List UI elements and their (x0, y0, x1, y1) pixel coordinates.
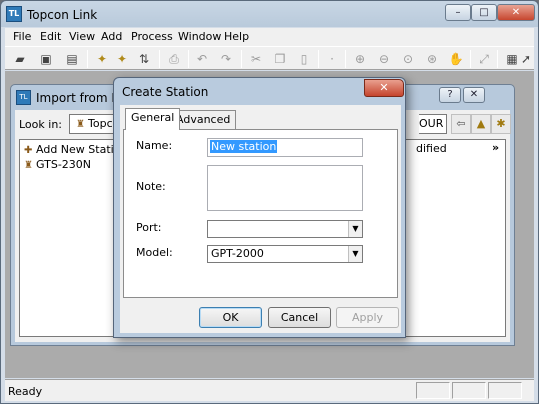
import-icon[interactable]: ✦ (93, 50, 111, 68)
cancel-button[interactable]: Cancel (268, 307, 331, 328)
tab-general[interactable]: General (125, 108, 181, 130)
menu-add[interactable]: Add (101, 30, 122, 43)
save-icon[interactable]: ▣ (37, 50, 55, 68)
look-in-value-end: OUR (419, 117, 444, 130)
look-in-label: Look in: (19, 118, 62, 131)
list-item-label: GTS-230N (36, 158, 92, 171)
transfer-icon[interactable]: ⇅ (135, 50, 153, 68)
undo-icon[interactable]: ↶ (193, 50, 211, 68)
toolbar-separator (241, 50, 242, 68)
look-in-combo-end[interactable]: OUR (419, 114, 447, 134)
name-field[interactable]: New station (207, 138, 363, 157)
chevron-down-icon: ▼ (348, 246, 362, 262)
dialog-title: Create Station (122, 85, 209, 99)
toolbar-separator (87, 50, 88, 68)
status-text: Ready (8, 385, 43, 398)
title-bar: TL Topcon Link – □ ✕ (1, 1, 538, 27)
zoom-out-icon[interactable]: ⊖ (375, 50, 393, 68)
zoom-window-icon[interactable]: ⊙ (399, 50, 417, 68)
pan-icon[interactable]: ✋ (447, 50, 465, 68)
back-arrow-icon[interactable]: ⇦ (451, 114, 471, 134)
fit-icon[interactable]: ⤢ (475, 50, 493, 68)
note-field[interactable] (207, 165, 363, 211)
save-all-icon[interactable]: ▤ (63, 50, 81, 68)
select-arrow-icon[interactable]: ➚ (519, 50, 533, 68)
toolbar-separator (470, 50, 471, 68)
station-icon: ♜ (24, 160, 33, 171)
toolbar-separator (345, 50, 346, 68)
topcon-app-icon: TL (6, 6, 22, 22)
zoom-extents-icon[interactable]: ⊛ (423, 50, 441, 68)
window-title: Topcon Link (27, 8, 98, 22)
menu-view[interactable]: View (69, 30, 95, 43)
close-import-button[interactable]: ✕ (463, 87, 485, 103)
toolbar: ▰ ▣ ▤ ✦ ✦ ⇅ ⎙ ↶ ↷ ✂ ❐ ▯ · ⊕ ⊖ ⊙ ⊛ ✋ ⤢ ▦ … (5, 46, 534, 70)
list-item[interactable]: ✚ Add New Station (24, 143, 127, 156)
menu-process[interactable]: Process (131, 30, 173, 43)
model-value: GPT-2000 (211, 247, 264, 260)
dialog-close-button[interactable]: ✕ (364, 79, 404, 97)
up-folder-icon[interactable]: ▲ (471, 114, 491, 134)
toolbar-separator (318, 50, 319, 68)
import-window-icon: TL (16, 90, 31, 105)
status-pane (452, 382, 486, 399)
model-select[interactable]: GPT-2000 ▼ (207, 245, 363, 263)
model-label: Model: (136, 246, 173, 259)
print-icon[interactable]: ⎙ (165, 50, 183, 68)
station-icon: ♜ (76, 119, 85, 130)
menu-window[interactable]: Window (178, 30, 221, 43)
name-value: New station (210, 140, 278, 153)
status-pane (488, 382, 522, 399)
zoom-in-icon[interactable]: ⊕ (351, 50, 369, 68)
menu-help[interactable]: Help (224, 30, 249, 43)
general-tab-panel: Name: New station Note: Port: ▼ Model: G… (123, 129, 398, 298)
menu-bar: File Edit View Add Process Window Help (5, 28, 534, 46)
copy-icon[interactable]: ❐ (271, 50, 289, 68)
maximize-button[interactable]: □ (471, 4, 497, 21)
menu-edit[interactable]: Edit (40, 30, 61, 43)
more-columns-icon[interactable]: » (492, 141, 499, 154)
close-button[interactable]: ✕ (497, 4, 535, 21)
menu-file[interactable]: File (13, 30, 31, 43)
paste-icon[interactable]: ▯ (295, 50, 313, 68)
status-pane (416, 382, 450, 399)
add-station-icon: ✚ (24, 145, 33, 156)
port-label: Port: (136, 221, 162, 234)
name-label: Name: (136, 139, 173, 152)
open-folder-icon[interactable]: ▰ (11, 50, 29, 68)
cut-icon[interactable]: ✂ (247, 50, 265, 68)
dialog-body: General Advanced Name: New station Note:… (120, 105, 401, 333)
minimize-button[interactable]: – (445, 4, 471, 21)
ok-button[interactable]: OK (199, 307, 262, 328)
list-item[interactable]: ♜ GTS-230N (24, 158, 91, 171)
toolbar-separator (497, 50, 498, 68)
toolbar-separator (188, 50, 189, 68)
export-icon[interactable]: ✦ (113, 50, 131, 68)
port-select[interactable]: ▼ (207, 220, 363, 238)
create-station-dialog: Create Station ✕ General Advanced Name: … (113, 77, 406, 338)
note-label: Note: (136, 180, 166, 193)
help-button[interactable]: ? (439, 87, 461, 103)
new-folder-icon[interactable]: ✱ (491, 114, 511, 134)
toolbar-separator (159, 50, 160, 68)
redo-icon[interactable]: ↷ (217, 50, 235, 68)
point-icon[interactable]: · (323, 50, 341, 68)
status-bar: Ready (5, 379, 534, 401)
column-header-modified[interactable]: dified (416, 142, 447, 155)
apply-button[interactable]: Apply (336, 307, 399, 328)
chevron-down-icon: ▼ (348, 221, 362, 237)
